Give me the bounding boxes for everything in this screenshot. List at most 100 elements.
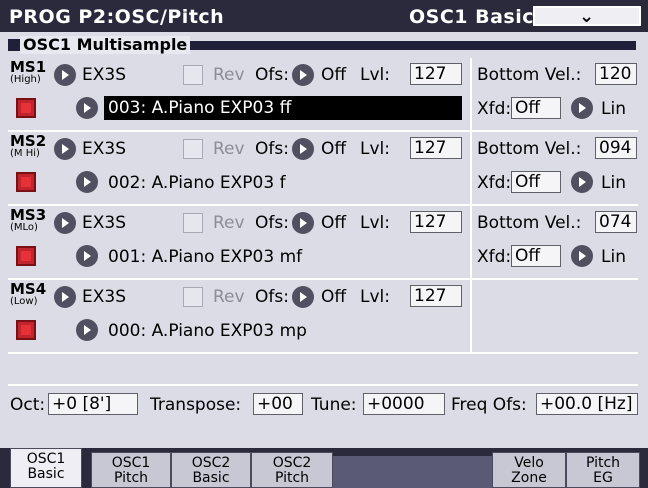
ms1-curve[interactable]: Lin — [601, 99, 626, 119]
tab-label-line1: OSC1 — [111, 455, 151, 471]
ms1-name: MS1 — [10, 58, 47, 76]
ms2-xfd-label: Xfd: — [477, 173, 512, 193]
ms3-name: MS3 — [10, 206, 47, 224]
ms2-offset-label: Ofs: — [255, 139, 289, 159]
pitch-row: Oct: +0 [8'] Transpose: +00 Tune: +0000 … — [8, 384, 638, 430]
multisample-group-header: OSC1 Multisample — [8, 36, 636, 54]
ms2-xfd-field[interactable]: Off — [511, 171, 561, 193]
freq-offset-field[interactable]: +00.0 [Hz] — [536, 393, 638, 415]
ms3-bottom-vel-field[interactable]: 074 — [595, 211, 637, 233]
page-menu-button[interactable]: ⌄ — [533, 6, 641, 27]
tab-label-line1: OSC1 — [26, 451, 66, 467]
ms4-row: MS4 (Low) EX3S Rev Ofs: Off Lvl: 127 000… — [8, 280, 638, 354]
ms4-reverse-checkbox[interactable] — [183, 287, 203, 307]
ms3-bottom-vel-label: Bottom Vel.: — [477, 213, 582, 233]
group-header-square — [8, 39, 20, 51]
ms1-reverse-checkbox[interactable] — [183, 65, 203, 85]
ms1-bank-arrow-icon[interactable] — [54, 64, 76, 86]
ms3-row: MS3 (MLo) EX3S Rev Ofs: Off Lvl: 127 Bot… — [8, 206, 638, 280]
ms4-sample-arrow-icon[interactable] — [76, 319, 98, 341]
ms2-sample-field[interactable]: 002: A.Piano EXP03 f — [108, 173, 286, 193]
ms3-offset-value[interactable]: Off — [321, 213, 346, 233]
freq-offset-label: Freq Ofs: — [451, 395, 527, 415]
tab-osc1-basic[interactable]: OSC1 Basic — [10, 448, 82, 488]
ms4-offset-arrow-icon[interactable] — [292, 286, 314, 308]
ms3-label: MS3 (MLo) — [10, 206, 47, 234]
ms2-label: MS2 (M Hi) — [10, 132, 47, 160]
ms4-level-field[interactable]: 127 — [410, 285, 462, 307]
ms3-xfd-field[interactable]: Off — [511, 245, 561, 267]
ms1-offset-value[interactable]: Off — [321, 65, 346, 85]
ms1-sub: (High) — [10, 74, 41, 85]
ms1-offset-label: Ofs: — [255, 65, 289, 85]
row-divider — [470, 132, 472, 204]
ms4-label: MS4 (Low) — [10, 280, 47, 308]
tab-pitch-eg[interactable]: Pitch EG — [566, 452, 640, 488]
ms2-sample-arrow-icon[interactable] — [76, 171, 98, 193]
tab-label-line1: OSC2 — [191, 455, 231, 471]
ms2-bottom-vel-field[interactable]: 094 — [595, 137, 637, 159]
tab-osc2-pitch[interactable]: OSC2 Pitch — [251, 452, 333, 488]
tab-label-line2: Basic — [192, 470, 230, 486]
ms2-reverse-checkbox[interactable] — [183, 139, 203, 159]
ms3-offset-arrow-icon[interactable] — [292, 212, 314, 234]
ms3-level-field[interactable]: 127 — [410, 211, 462, 233]
tune-field[interactable]: +0000 — [363, 393, 445, 415]
chevron-down-icon: ⌄ — [579, 6, 595, 27]
ms4-name: MS4 — [10, 280, 47, 298]
ms1-sample-arrow-icon[interactable] — [76, 97, 98, 119]
ms2-bank[interactable]: EX3S — [82, 139, 126, 159]
ms1-bank[interactable]: EX3S — [82, 65, 126, 85]
ms4-sample-field[interactable]: 000: A.Piano EXP03 mp — [108, 321, 307, 341]
ms1-sample-field[interactable]: 003: A.Piano EXP03 ff — [104, 96, 462, 120]
ms1-bottom-vel-field[interactable]: 120 — [595, 63, 637, 85]
ms2-curve-arrow-icon[interactable] — [571, 171, 593, 193]
ms3-xfd-label: Xfd: — [477, 247, 512, 267]
tab-osc1-pitch[interactable]: OSC1 Pitch — [91, 452, 171, 488]
ms3-play-button[interactable] — [16, 246, 36, 266]
ms4-offset-label: Ofs: — [255, 287, 289, 307]
ms1-play-button[interactable] — [16, 98, 36, 118]
ms2-name: MS2 — [10, 132, 47, 150]
transpose-label: Transpose: — [150, 395, 242, 415]
ms3-reverse-checkbox[interactable] — [183, 213, 203, 233]
tune-label: Tune: — [311, 395, 357, 415]
group-header-label: OSC1 Multisample — [20, 36, 191, 54]
ms4-bank[interactable]: EX3S — [82, 287, 126, 307]
ms1-bottom-vel-label: Bottom Vel.: — [477, 65, 582, 85]
tab-label-line2: Pitch — [274, 470, 310, 486]
ms3-bank-arrow-icon[interactable] — [54, 212, 76, 234]
tab-bar-gap — [332, 456, 492, 488]
ms2-level-field[interactable]: 127 — [410, 137, 462, 159]
ms2-play-button[interactable] — [16, 172, 36, 192]
ms3-curve-arrow-icon[interactable] — [571, 245, 593, 267]
ms2-offset-value[interactable]: Off — [321, 139, 346, 159]
ms1-level-label: Lvl: — [360, 65, 390, 85]
tab-osc2-basic[interactable]: OSC2 Basic — [171, 452, 251, 488]
page-title: PROG P2:OSC/Pitch — [9, 6, 225, 28]
ms3-sample-arrow-icon[interactable] — [76, 245, 98, 267]
page-tabs: OSC1 Basic OSC1 Pitch OSC2 Basic OSC2 Pi… — [0, 448, 648, 488]
ms1-level-field[interactable]: 127 — [410, 63, 462, 85]
octave-field[interactable]: +0 [8'] — [48, 393, 138, 415]
ms1-curve-arrow-icon[interactable] — [571, 97, 593, 119]
tab-label-line1: Pitch — [585, 455, 621, 471]
ms4-bank-arrow-icon[interactable] — [54, 286, 76, 308]
ms1-offset-arrow-icon[interactable] — [292, 64, 314, 86]
ms2-bank-arrow-icon[interactable] — [54, 138, 76, 160]
page-subtitle: OSC1 Basic — [409, 6, 535, 28]
tab-velo-zone[interactable]: Velo Zone — [492, 452, 566, 488]
ms2-offset-arrow-icon[interactable] — [292, 138, 314, 160]
ms3-curve[interactable]: Lin — [601, 247, 626, 267]
ms4-offset-value[interactable]: Off — [321, 287, 346, 307]
ms1-label: MS1 (High) — [10, 58, 47, 86]
ms4-play-button[interactable] — [16, 320, 36, 340]
ms3-bank[interactable]: EX3S — [82, 213, 126, 233]
transpose-field[interactable]: +00 — [253, 393, 303, 415]
ms1-row: MS1 (High) EX3S Rev Ofs: Off Lvl: 127 Bo… — [8, 58, 638, 132]
ms2-bottom-vel-label: Bottom Vel.: — [477, 139, 582, 159]
octave-label: Oct: — [10, 395, 46, 415]
ms3-sample-field[interactable]: 001: A.Piano EXP03 mf — [108, 247, 302, 267]
ms1-xfd-field[interactable]: Off — [511, 97, 561, 119]
ms2-curve[interactable]: Lin — [601, 173, 626, 193]
